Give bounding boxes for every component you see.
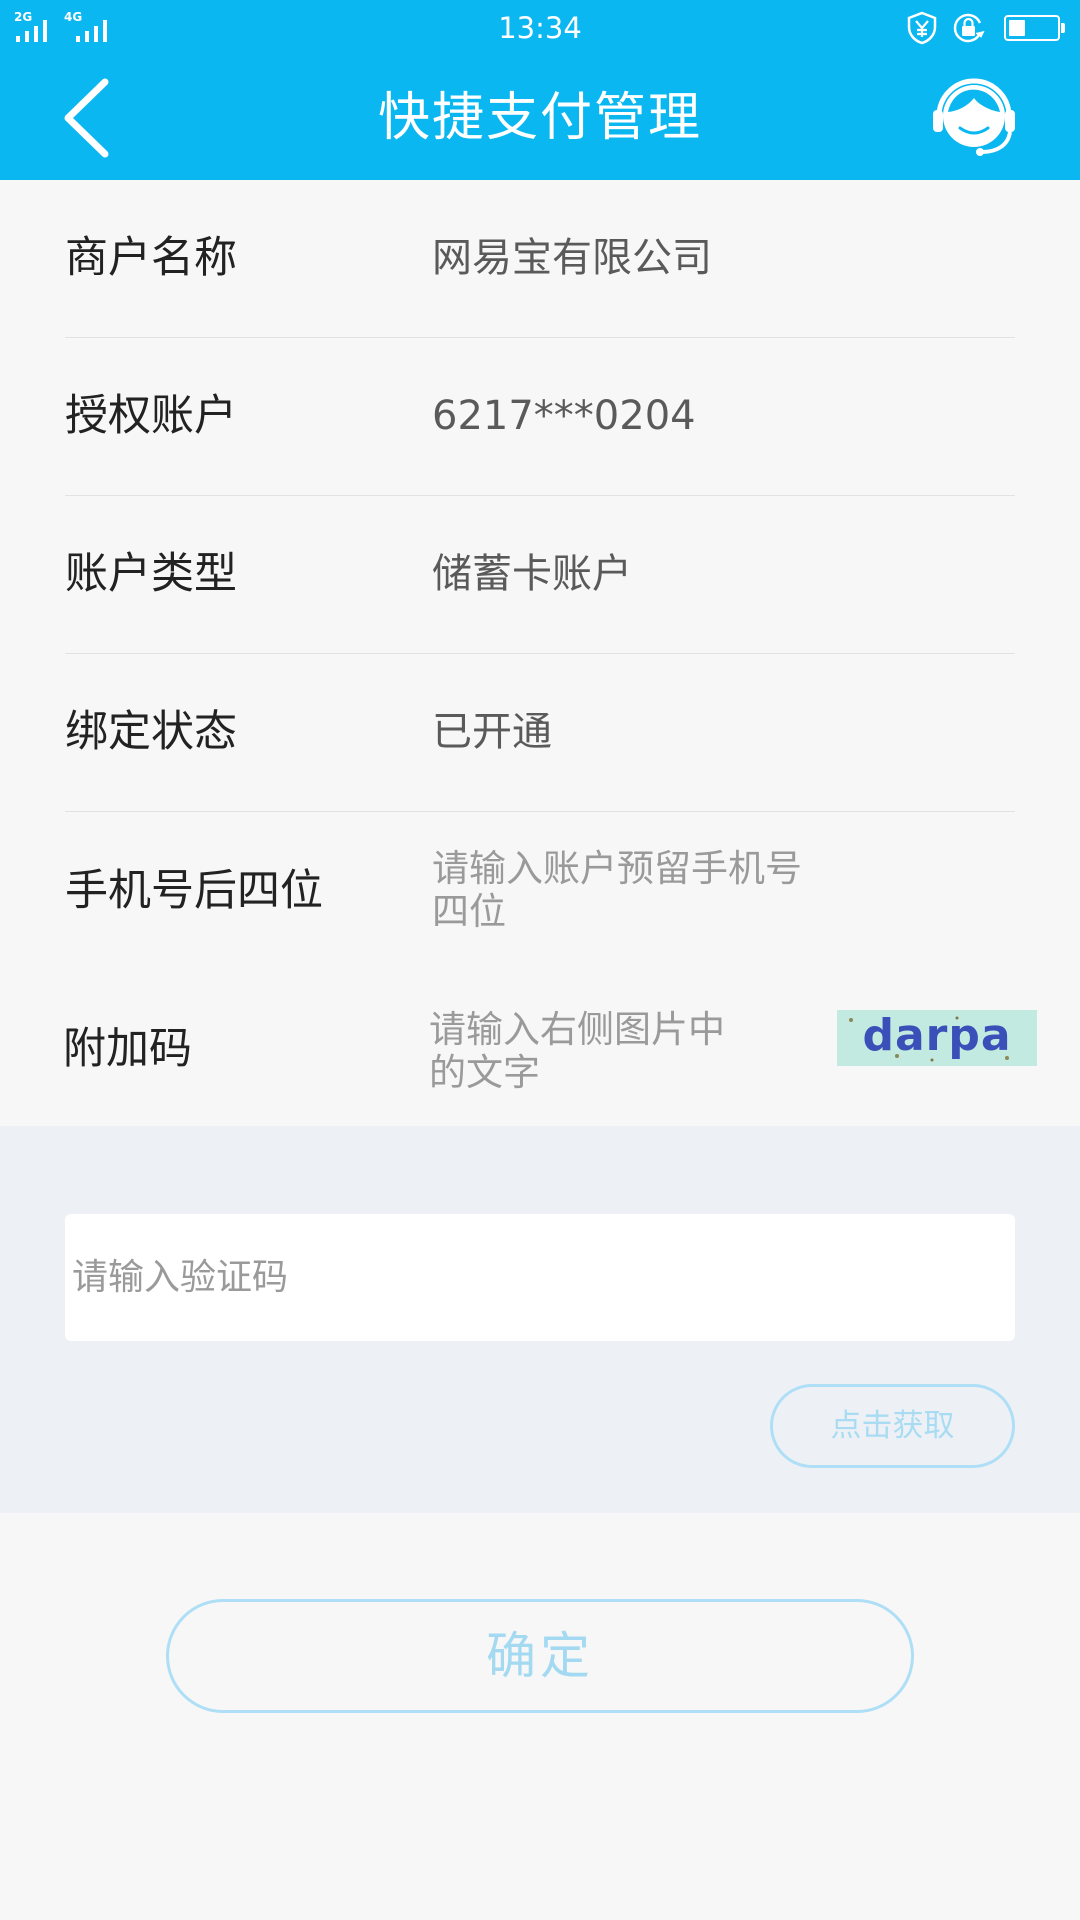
info-row-account-type: 账户类型 储蓄卡账户 xyxy=(65,496,1015,654)
captcha-label: 附加码 xyxy=(63,1024,192,1074)
merchant-name-label: 商户名称 xyxy=(65,233,237,283)
app-header: 2G 4G 13:34 快捷支付管理 xyxy=(0,0,1080,180)
page-title: 快捷支付管理 xyxy=(377,88,702,148)
info-row-merchant: 商户名称 网易宝有限公司 xyxy=(65,180,1015,338)
verification-code-input[interactable]: 请输入验证码 xyxy=(65,1214,1015,1341)
captcha-image[interactable]: darpa xyxy=(837,1010,1037,1066)
phone-last4-label: 手机号后四位 xyxy=(65,866,323,916)
battery-level xyxy=(1009,20,1025,36)
binding-status-label: 绑定状态 xyxy=(65,707,237,757)
info-row-binding-status: 绑定状态 已开通 xyxy=(65,654,1015,812)
get-code-button[interactable]: 点击获取 xyxy=(770,1384,1015,1468)
account-type-value: 储蓄卡账户 xyxy=(432,551,632,597)
customer-service-button[interactable] xyxy=(930,76,1022,162)
status-bar: 2G 4G 13:34 xyxy=(0,0,1080,56)
battery-icon xyxy=(1004,15,1065,41)
merchant-name-value: 网易宝有限公司 xyxy=(432,235,712,281)
customer-service-icon xyxy=(933,78,1015,156)
confirm-button[interactable]: 确定 xyxy=(166,1599,914,1713)
account-value: 6217***0204 xyxy=(432,393,696,439)
captcha-input[interactable]: 请输入右侧图片中的文字 xyxy=(429,1008,729,1094)
info-row-account: 授权账户 6217***0204 xyxy=(65,338,1015,496)
account-label: 授权账户 xyxy=(65,391,237,441)
phone-last4-input[interactable]: 请输入账户预留手机号四位 xyxy=(432,847,822,933)
verification-code-placeholder: 请输入验证码 xyxy=(72,1257,289,1298)
account-type-label: 账户类型 xyxy=(65,549,237,599)
payment-info-list: 商户名称 网易宝有限公司 授权账户 6217***0204 账户类型 储蓄卡账户… xyxy=(0,180,1080,1128)
binding-status-value: 已开通 xyxy=(432,709,552,755)
captcha-row: 附加码 请输入右侧图片中的文字 darpa xyxy=(63,970,1037,1128)
lock-sync-icon xyxy=(953,13,985,43)
phone-last4-row: 手机号后四位 请输入账户预留手机号四位 xyxy=(65,812,1015,970)
verification-section: 请输入验证码 点击获取 xyxy=(0,1126,1080,1513)
title-bar: 快捷支付管理 xyxy=(0,56,1080,180)
yuan-shield-icon xyxy=(907,11,937,45)
captcha-text: darpa xyxy=(862,1010,1011,1061)
